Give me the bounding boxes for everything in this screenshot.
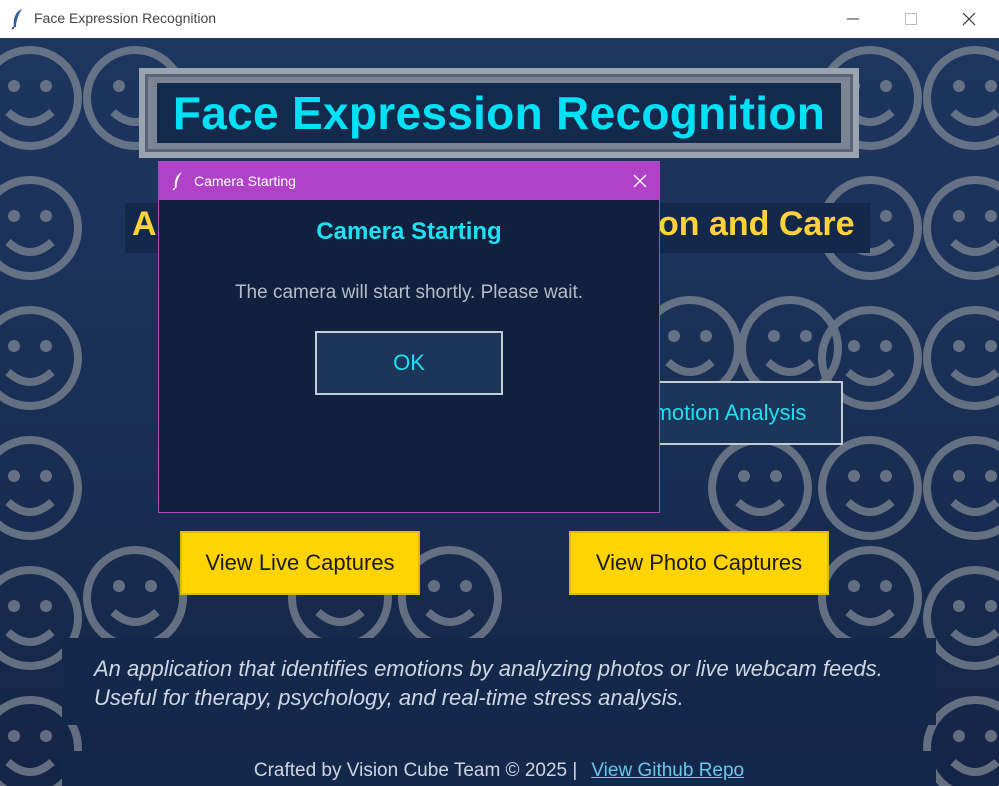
close-icon: [962, 12, 976, 26]
close-button[interactable]: [940, 0, 998, 38]
dialog-heading: Camera Starting: [316, 218, 502, 245]
app-description: An application that identifies emotions …: [94, 656, 883, 710]
maximize-button[interactable]: [882, 0, 940, 38]
camera-starting-dialog: Camera Starting Camera Starting The came…: [158, 161, 660, 513]
emotion-analysis-label: motion Analysis: [653, 400, 807, 425]
app-title-panel: Face Expression Recognition: [157, 83, 841, 143]
dialog-message: The camera will start shortly. Please wa…: [234, 282, 584, 303]
description-panel: An application that identifies emotions …: [62, 638, 936, 725]
app-subtitle-right: on and Care: [658, 205, 855, 243]
maximize-icon: [905, 13, 917, 25]
ok-button[interactable]: OK: [315, 331, 503, 395]
minimize-button[interactable]: [824, 0, 882, 38]
view-live-captures-label: View Live Captures: [205, 550, 395, 575]
feather-icon: [11, 9, 22, 30]
view-live-captures-button[interactable]: View Live Captures: [180, 531, 420, 595]
footer-credit: Crafted by Vision Cube Team © 2025 |: [253, 760, 578, 781]
ok-button-label: OK: [393, 350, 425, 375]
footer: Crafted by Vision Cube Team © 2025 | Vie…: [62, 751, 936, 786]
app-title-frame: Face Expression Recognition: [139, 68, 859, 158]
close-icon: [633, 174, 647, 188]
app-subtitle-left: A: [132, 205, 157, 243]
window-title: Face Expression Recognition: [34, 10, 217, 26]
view-photo-captures-label: View Photo Captures: [595, 550, 803, 575]
github-repo-link[interactable]: View Github Repo: [591, 760, 744, 782]
minimize-icon: [847, 18, 859, 20]
dialog-titlebar: Camera Starting: [159, 162, 659, 200]
window-titlebar: Face Expression Recognition: [0, 0, 999, 38]
app-title: Face Expression Recognition: [172, 87, 826, 139]
dialog-window-title: Camera Starting: [194, 173, 296, 189]
dialog-close-button[interactable]: [621, 162, 659, 200]
feather-icon: [172, 172, 182, 191]
view-photo-captures-button[interactable]: View Photo Captures: [569, 531, 829, 595]
